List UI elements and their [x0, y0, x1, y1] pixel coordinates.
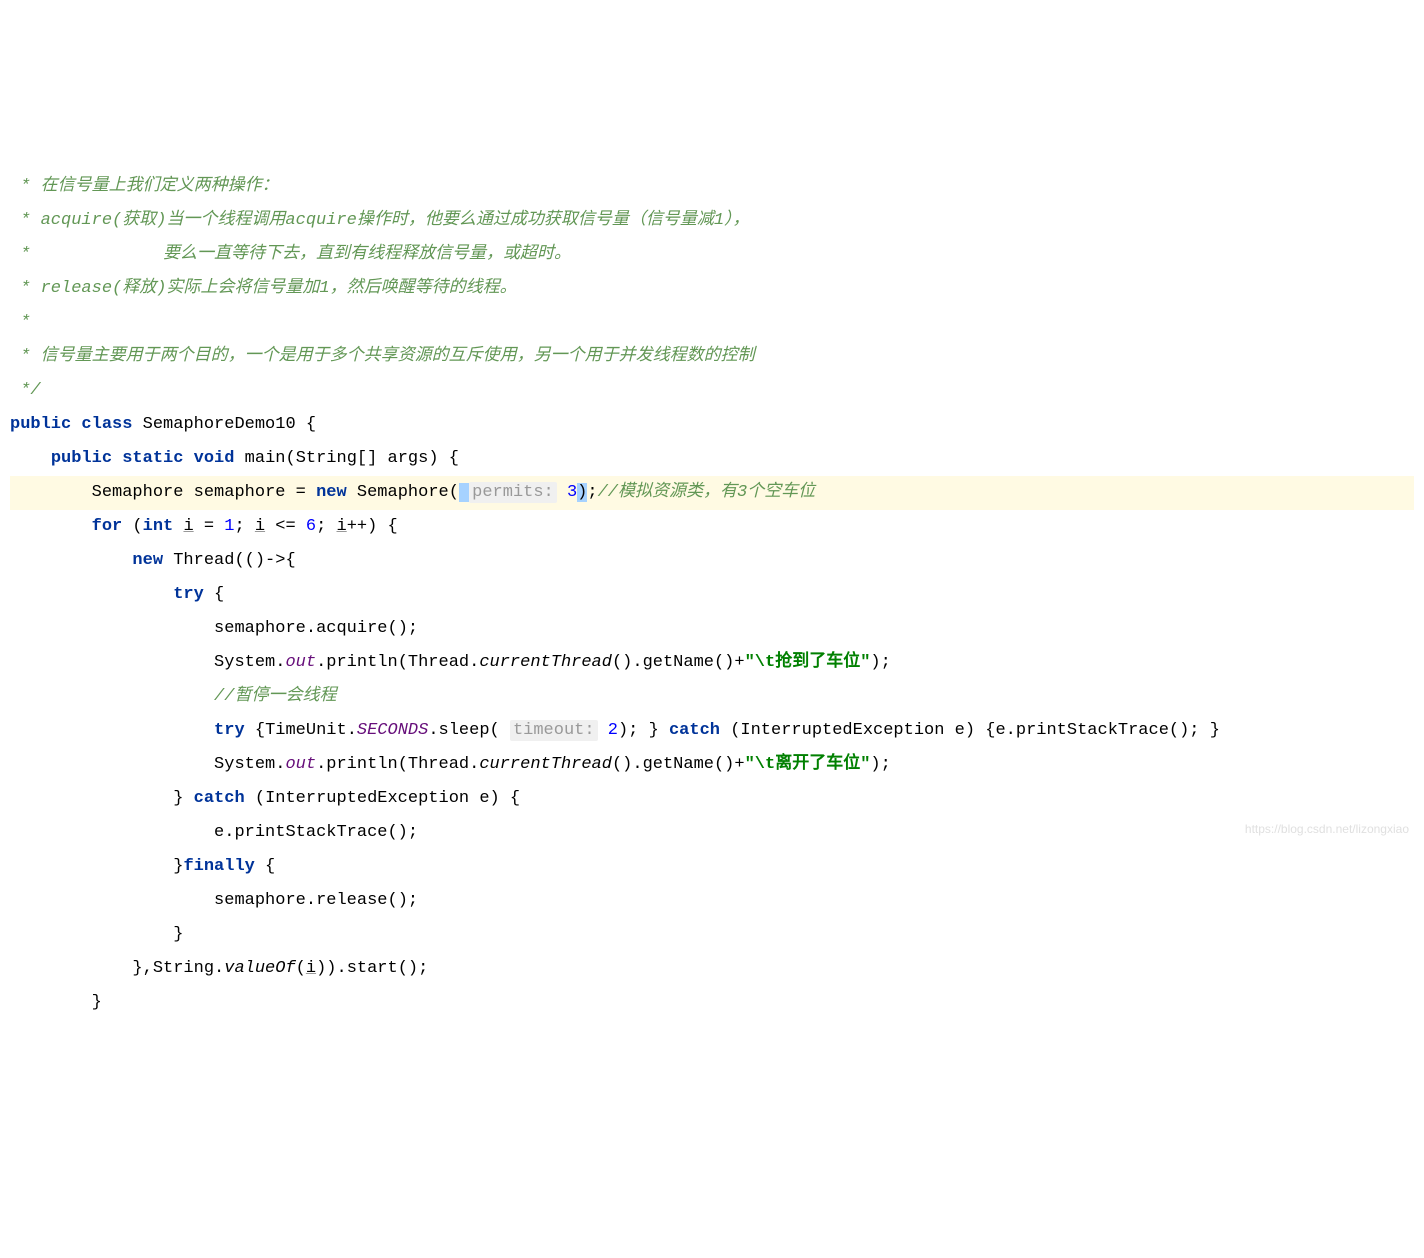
watermark: https://blog.csdn.net/lizongxiao: [1245, 817, 1409, 841]
highlighted-line[interactable]: Semaphore semaphore = new Semaphore( per…: [10, 476, 1414, 510]
comment-end: */: [10, 381, 41, 400]
code-line: },String.valueOf(i)).start();: [10, 959, 428, 978]
comment-line: * release(释放)实际上会将信号量加1，然后唤醒等待的线程。: [10, 279, 517, 298]
code-line: } catch (InterruptedException e) {: [10, 789, 520, 808]
code-line: semaphore.release();: [10, 891, 418, 910]
comment-line: * 要么一直等待下去，直到有线程释放信号量，或超时。: [10, 245, 571, 264]
comment-line: *: [10, 313, 30, 332]
param-hint: permits:: [469, 482, 557, 503]
code-line: System.out.println(Thread.currentThread(…: [10, 755, 891, 774]
code-line: public static void main(String[] args) {: [10, 449, 459, 468]
code-line: }: [10, 993, 102, 1012]
code-editor[interactable]: * 在信号量上我们定义两种操作： * acquire(获取)当一个线程调用acq…: [0, 136, 1424, 1020]
code-line: new Thread(()->{: [10, 551, 296, 570]
code-line: e.printStackTrace();: [10, 823, 418, 842]
cursor-position: ): [577, 483, 587, 502]
param-hint: timeout:: [510, 720, 598, 741]
code-line: }finally {: [10, 857, 275, 876]
code-line: System.out.println(Thread.currentThread(…: [10, 653, 891, 672]
comment-line: * 信号量主要用于两个目的，一个是用于多个共享资源的互斥使用，另一个用于并发线程…: [10, 347, 755, 366]
cursor-selection: [459, 483, 469, 502]
code-line: semaphore.acquire();: [10, 619, 418, 638]
comment-line: * acquire(获取)当一个线程调用acquire操作时，他要么通过成功获取…: [10, 211, 750, 230]
comment-line: * 在信号量上我们定义两种操作：: [10, 177, 279, 196]
code-line: for (int i = 1; i <= 6; i++) {: [10, 517, 398, 536]
code-line: //暂停一会线程: [10, 687, 336, 706]
code-line: }: [10, 925, 183, 944]
code-line: try {: [10, 585, 224, 604]
code-line: try {TimeUnit.SECONDS.sleep( timeout: 2)…: [10, 720, 1220, 741]
code-line: public class SemaphoreDemo10 {: [10, 415, 316, 434]
